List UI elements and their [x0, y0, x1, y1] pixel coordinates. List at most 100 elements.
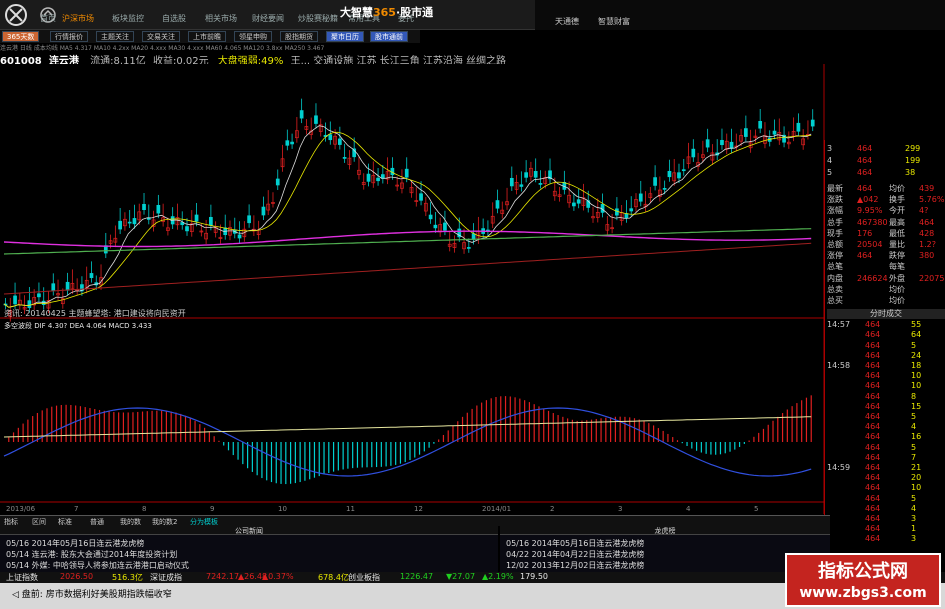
- kline-candle: [443, 222, 447, 231]
- news-item[interactable]: 05/14 外媒: 中哈领导人将参加连云港港口启动仪式: [6, 560, 189, 571]
- ticker-item: ▲2.19%: [482, 572, 514, 581]
- kline-candle: [146, 218, 151, 220]
- dragon-tiger-item[interactable]: 04/22 2014年04月22日连云港龙虎榜: [506, 549, 644, 560]
- tab-quotes[interactable]: 行情报价: [50, 31, 88, 42]
- quote-row: 总卖 均价: [827, 284, 905, 294]
- kline-candle: [51, 283, 56, 291]
- date-tick: 7: [74, 505, 78, 513]
- ticker-item: 创业板指: [348, 573, 380, 582]
- kline-candle: [744, 128, 748, 137]
- dragon-tiger-item[interactable]: 12/02 2013年12月02日连云港龙虎榜: [506, 560, 644, 571]
- order-book-row: 5 464 38: [827, 168, 916, 177]
- date-tick: 12: [414, 505, 423, 513]
- watermark-title: 指标公式网: [818, 561, 908, 582]
- tab-365[interactable]: 365天数: [2, 31, 40, 42]
- kline-candle: [127, 221, 132, 224]
- nav-item-watchlist[interactable]: 自选股: [162, 13, 186, 24]
- info-line: 资讯: 20140425 主题蜂望塔: 港口建设将向民资开: [4, 308, 186, 318]
- kline-candle: [314, 115, 318, 124]
- news-item[interactable]: 05/16 2014年05月16日连云港龙虎榜: [6, 538, 144, 549]
- kline-candle: [729, 141, 734, 149]
- kline-candle: [662, 188, 667, 190]
- kline-candle: [404, 168, 409, 178]
- kline-candle: [261, 206, 266, 216]
- kline-candle: [247, 215, 251, 224]
- dragon-tiger-item[interactable]: 05/16 2014年05月16日连云港龙虎榜: [506, 538, 644, 549]
- kline-candle: [576, 199, 581, 204]
- date-tick: 9: [210, 505, 214, 513]
- kline-candle: [772, 130, 777, 135]
- kline-candle: [342, 157, 347, 159]
- quote-row: 涨幅 9.95% 今开 4?: [827, 206, 929, 216]
- trade-row: 464 8: [865, 391, 917, 401]
- kline-candle: [118, 220, 122, 230]
- function-toolbar: 365天数 行情报价 主题关注 交易关注 上市前瞻 领星申购 股指期货 聚市日历…: [0, 30, 420, 43]
- trade-row: 464 10: [865, 381, 922, 391]
- speaker-icon: ◁: [12, 590, 19, 600]
- tab-subscribe[interactable]: 领星申购: [234, 31, 272, 42]
- trade-row: 464 16: [865, 432, 922, 442]
- date-tick: 8: [142, 505, 146, 513]
- tab-trade-focus[interactable]: 交易关注: [142, 31, 180, 42]
- nav-item-tiantong[interactable]: 天通德: [555, 16, 579, 27]
- nav-item-news[interactable]: 财经要闻: [252, 13, 284, 24]
- kline-candle: [667, 170, 672, 178]
- tab-ipo[interactable]: 上市前瞻: [188, 31, 226, 42]
- app-title: 大智慧365·股市通: [340, 6, 434, 19]
- company-news-panel: 公司新闻 05/16 2014年05月16日连云港龙虎榜 05/14 连云港: …: [0, 526, 498, 572]
- nav-item-wisdom[interactable]: 智慧财富: [598, 16, 630, 27]
- kline-candle: [328, 134, 333, 141]
- ticker-item: 1226.47: [400, 572, 434, 581]
- kline-candle: [338, 138, 342, 145]
- kline-candle: [624, 213, 629, 219]
- kline-candle: [796, 122, 801, 132]
- macd-legend: 多空波段 DIF 4.30? DEA 4.064 MACD 3.433: [4, 321, 152, 330]
- kline-candle: [366, 173, 371, 182]
- ticker-item: 7242.17: [206, 572, 240, 581]
- tab-calendar[interactable]: 聚市日历: [326, 31, 364, 42]
- watermark: 指标公式网 www.zbgs3.com: [785, 553, 941, 607]
- news-item[interactable]: 05/14 连云港: 股东大会通过2014年度投资计划: [6, 549, 177, 560]
- indicator-tabs: 指标 区间 标准 普通 我的数 我的数2 分为模板: [0, 515, 830, 526]
- kline-candle: [142, 203, 146, 211]
- kline-candle: [237, 234, 242, 239]
- date-tick: 4: [686, 505, 691, 513]
- nav-item-tips[interactable]: 炒股赛秘籍: [298, 13, 338, 24]
- nav-item-sector[interactable]: 板块监控: [112, 13, 144, 24]
- kline-candle: [419, 193, 423, 201]
- date-tick: 2: [550, 505, 554, 513]
- kline-candle: [27, 300, 32, 309]
- nav-item-market[interactable]: 沪深市场: [62, 13, 94, 24]
- kline-candle: [285, 140, 290, 146]
- date-tick: 2014/01: [482, 505, 511, 513]
- kline-candle: [65, 281, 70, 291]
- trade-row: 464 1: [865, 524, 917, 534]
- tab-theme[interactable]: 主题关注: [96, 31, 134, 42]
- kline-candle: [433, 224, 438, 229]
- kline-candle: [209, 216, 213, 226]
- ticker-item: ▼27.07: [446, 572, 476, 581]
- trade-row: 464 64: [865, 330, 922, 340]
- tab-stockcomm[interactable]: 股市通前: [370, 31, 408, 42]
- tab-futures[interactable]: 股指期货: [280, 31, 318, 42]
- order-book-row: 4 464 199: [827, 156, 921, 165]
- kline-candle: [466, 247, 471, 249]
- trade-row: 464 3: [865, 534, 917, 544]
- nav-item-related[interactable]: 相关市场: [205, 13, 237, 24]
- kline-candle: [13, 295, 17, 305]
- nav-item-home[interactable]: 首页: [40, 13, 56, 24]
- kline-candle: [41, 300, 46, 305]
- kline-candle: [299, 110, 304, 119]
- kline-candle: [89, 273, 94, 279]
- kline-candle: [524, 172, 528, 178]
- ticker-item: 深证成指: [150, 573, 182, 582]
- quote-row: 总额 20504 量比 1.2?: [827, 240, 936, 249]
- trade-row: 464 5: [865, 493, 917, 503]
- company-news-header: 公司新闻: [0, 526, 498, 535]
- ma-legend: 连云港 日线 成本均线 MA5 4.317 MA10 4.2xx MA20 4.…: [0, 45, 325, 52]
- trades-header: 分时成交: [827, 309, 945, 320]
- trade-row: 14:59 464 21: [827, 463, 922, 472]
- scroll-news[interactable]: ◁ 盘前: 房市数据利好美股期指跌幅收窄: [12, 587, 172, 600]
- kline-chart[interactable]: 2013/06 7 8 9 10 11 12 2014/01 2 3 4 5 资讯: 20140425…: [0, 64, 830, 514]
- trade-row: 464 4: [865, 422, 917, 432]
